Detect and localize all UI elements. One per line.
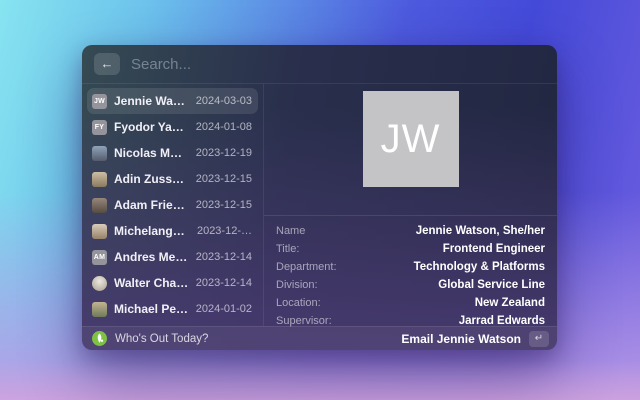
person-name: Michael Petry (114, 302, 189, 316)
bamboohr-icon (92, 331, 107, 346)
metadata-row: Division: Global Service Line (276, 276, 545, 294)
detail-avatar: JW (363, 91, 459, 187)
person-name: Adam Friedman (114, 198, 189, 212)
field-value: Frontend Engineer (443, 243, 545, 255)
avatar-photo (92, 224, 107, 239)
back-arrow-icon: ← (101, 56, 114, 71)
person-name: Nicolas Moreno (114, 146, 189, 160)
people-list: JW Jennie Watson 2024-03-03 FY Fyodor Ya… (82, 84, 263, 326)
person-name: Jennie Watson (114, 94, 189, 108)
metadata-row: Title: Frontend Engineer (276, 240, 545, 258)
extension-title: Who's Out Today? (115, 333, 208, 345)
person-date: 2023-12-15 (196, 199, 252, 211)
person-date: 2023-12-14 (196, 277, 252, 289)
search-input[interactable] (131, 56, 545, 73)
person-date: 2023-12-15 (196, 173, 252, 185)
avatar-photo (92, 146, 107, 161)
avatar-photo (92, 302, 107, 317)
detail-avatar-area: JW (264, 84, 557, 215)
person-date: 2024-01-02 (196, 303, 252, 315)
field-value: Technology & Platforms (414, 261, 545, 273)
metadata-row: Location: New Zealand (276, 294, 545, 312)
avatar: AM (92, 250, 107, 265)
list-item[interactable]: Nicolas Moreno 2023-12-19 (87, 140, 258, 166)
person-name: Fyodor Yakimchouk (114, 120, 189, 134)
list-item[interactable]: JW Jennie Watson 2024-03-03 (87, 88, 258, 114)
person-name: Andres Mercado (114, 250, 189, 264)
metadata-row: Name Jennie Watson, She/her (276, 222, 545, 240)
list-item[interactable]: Michelangelo Huang… 2023-12-… (87, 218, 258, 244)
field-label: Location: (276, 297, 321, 309)
person-date: 2024-03-03 (196, 95, 252, 107)
avatar-photo (92, 276, 107, 291)
person-name: Adin Zussman (114, 172, 189, 186)
person-date: 2023-12-14 (196, 251, 252, 263)
person-name: Walter Channell (114, 276, 189, 290)
list-item[interactable]: Adam Friedman 2023-12-15 (87, 192, 258, 218)
person-date: 2023-12-… (197, 225, 252, 237)
avatar-photo (92, 198, 107, 213)
primary-action-button[interactable]: Email Jennie Watson ↵ (401, 331, 549, 347)
person-date: 2024-01-08 (196, 121, 252, 133)
field-value: New Zealand (475, 297, 545, 309)
person-name: Michelangelo Huang… (114, 224, 190, 238)
detail-metadata: Name Jennie Watson, She/her Title: Front… (264, 215, 557, 334)
field-label: Title: (276, 243, 299, 255)
list-item[interactable]: Adin Zussman 2023-12-15 (87, 166, 258, 192)
primary-action-label: Email Jennie Watson (401, 332, 521, 346)
metadata-row: Department: Technology & Platforms (276, 258, 545, 276)
avatar: JW (92, 94, 107, 109)
extension-info: Who's Out Today? (92, 331, 393, 346)
field-label: Division: (276, 279, 318, 291)
person-date: 2023-12-19 (196, 147, 252, 159)
field-label: Department: (276, 261, 337, 273)
avatar-photo (92, 172, 107, 187)
action-bar: Who's Out Today? Email Jennie Watson ↵ (82, 326, 557, 350)
field-label: Name (276, 225, 305, 237)
field-value: Jennie Watson, She/her (416, 225, 545, 237)
launcher-window: ← JW Jennie Watson 2024-03-03 FY Fyodor … (82, 45, 557, 350)
enter-key-icon: ↵ (529, 331, 549, 347)
list-item[interactable]: Michael Petry 2024-01-02 (87, 296, 258, 322)
list-item[interactable]: FY Fyodor Yakimchouk 2024-01-08 (87, 114, 258, 140)
search-header: ← (82, 45, 557, 84)
detail-panel: JW Name Jennie Watson, She/her Title: Fr… (264, 84, 557, 326)
list-item[interactable]: AM Andres Mercado 2023-12-14 (87, 244, 258, 270)
list-item[interactable]: Walter Channell 2023-12-14 (87, 270, 258, 296)
field-value: Global Service Line (438, 279, 545, 291)
avatar: FY (92, 120, 107, 135)
back-button[interactable]: ← (94, 53, 120, 75)
content-area: JW Jennie Watson 2024-03-03 FY Fyodor Ya… (82, 84, 557, 326)
